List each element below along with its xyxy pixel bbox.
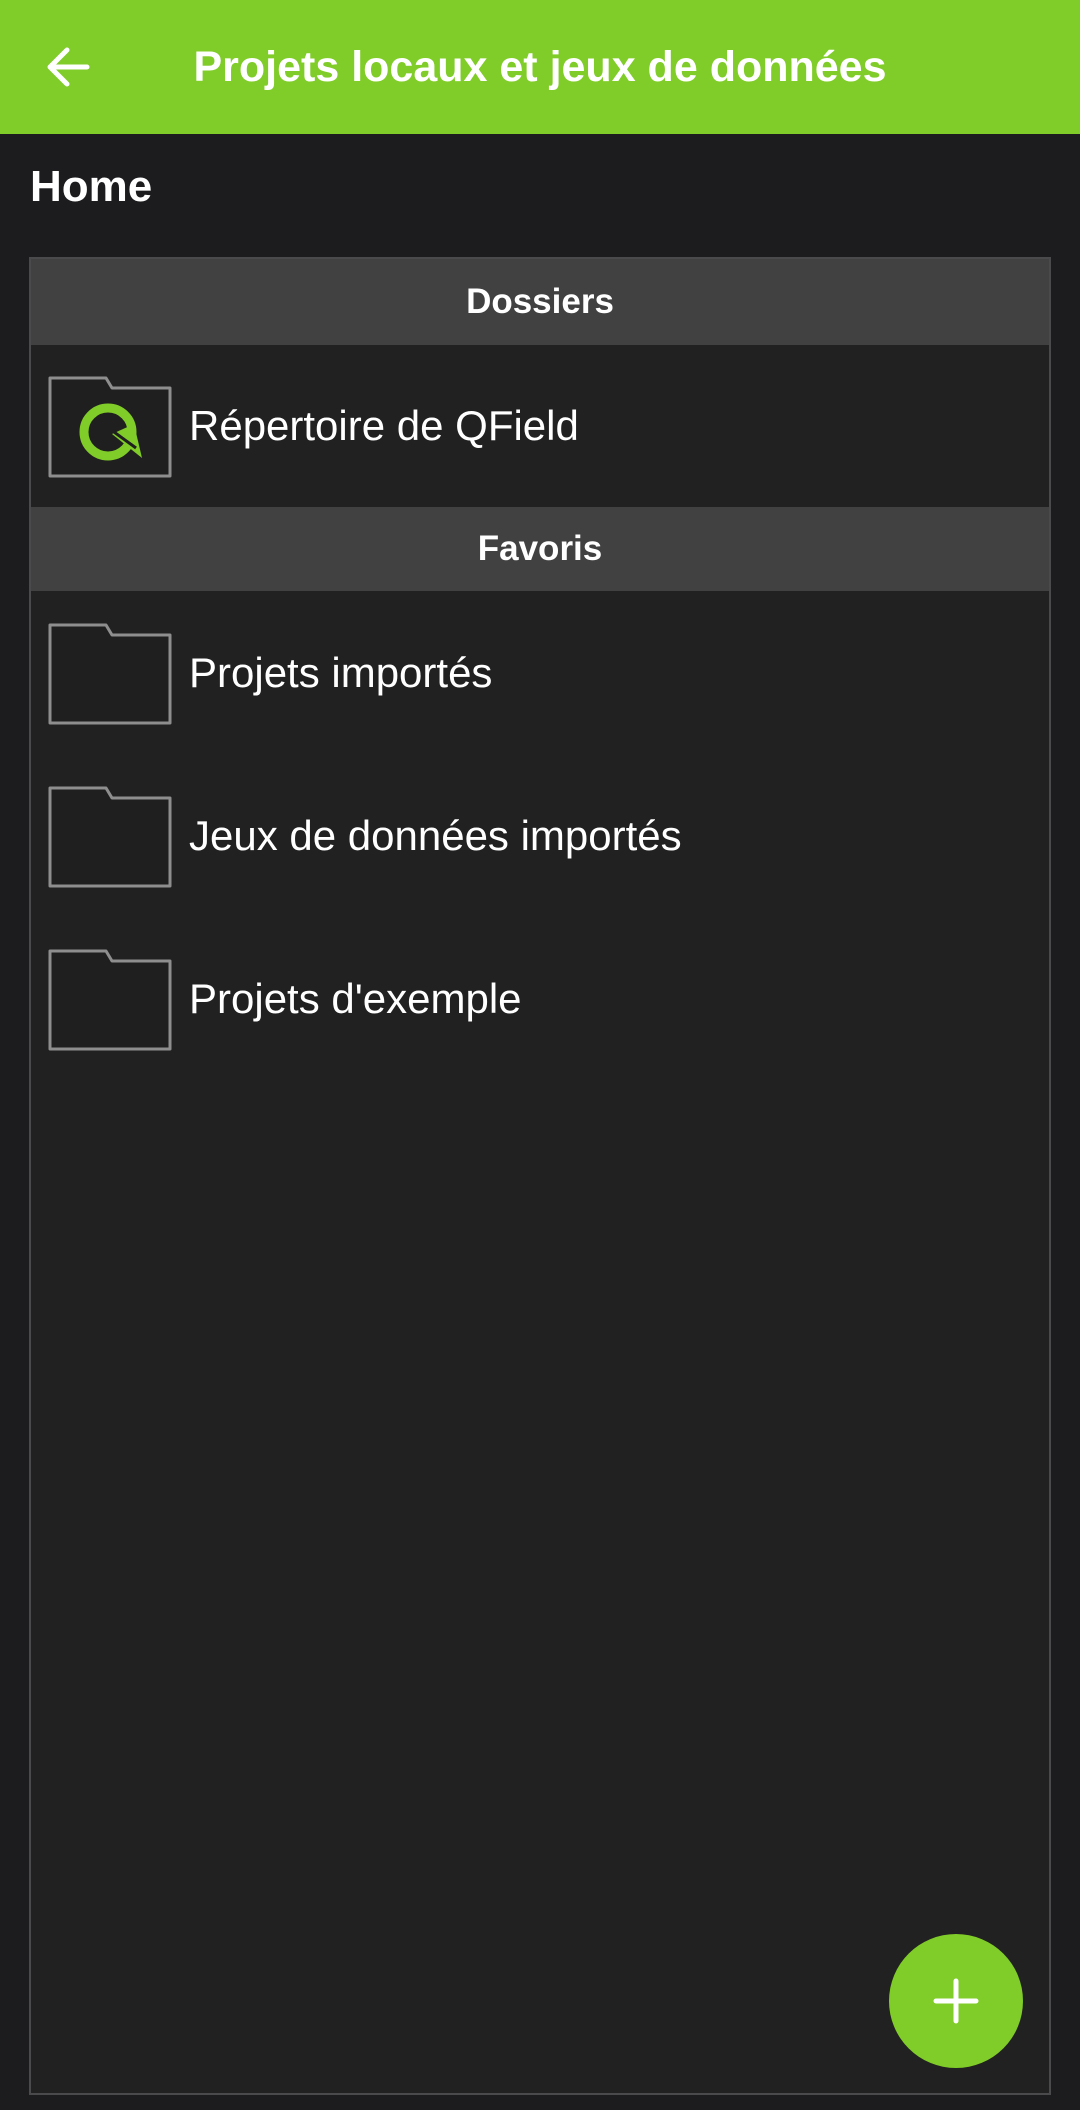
file-browser-list: Dossiers Répertoire de QField Favoris Pr… (29, 257, 1051, 2095)
list-item-qfield-directory[interactable]: Répertoire de QField (31, 345, 1049, 507)
top-app-bar: Projets locaux et jeux de données (0, 0, 1080, 134)
back-button[interactable] (28, 27, 108, 107)
folder-icon (48, 949, 172, 1050)
section-header-favoris: Favoris (31, 507, 1049, 591)
list-item-label: Projets importés (189, 648, 493, 696)
page-title: Projets locaux et jeux de données (193, 43, 887, 91)
folder-icon (48, 786, 172, 887)
section-header-dossiers: Dossiers (31, 259, 1049, 345)
list-item-sample-projects[interactable]: Projets d'exemple (31, 917, 1049, 1080)
add-button[interactable] (889, 1934, 1023, 2068)
arrow-left-icon (47, 47, 90, 87)
list-item-imported-projects[interactable]: Projets importés (31, 591, 1049, 754)
folder-icon (48, 623, 172, 724)
qfield-folder-icon (48, 376, 172, 478)
breadcrumb-home[interactable]: Home (30, 162, 152, 212)
list-item-label: Répertoire de QField (189, 402, 579, 449)
list-item-label: Projets d'exemple (189, 974, 522, 1022)
list-item-label: Jeux de données importés (189, 811, 682, 859)
list-item-imported-datasets[interactable]: Jeux de données importés (31, 754, 1049, 917)
plus-icon (933, 1978, 979, 2024)
